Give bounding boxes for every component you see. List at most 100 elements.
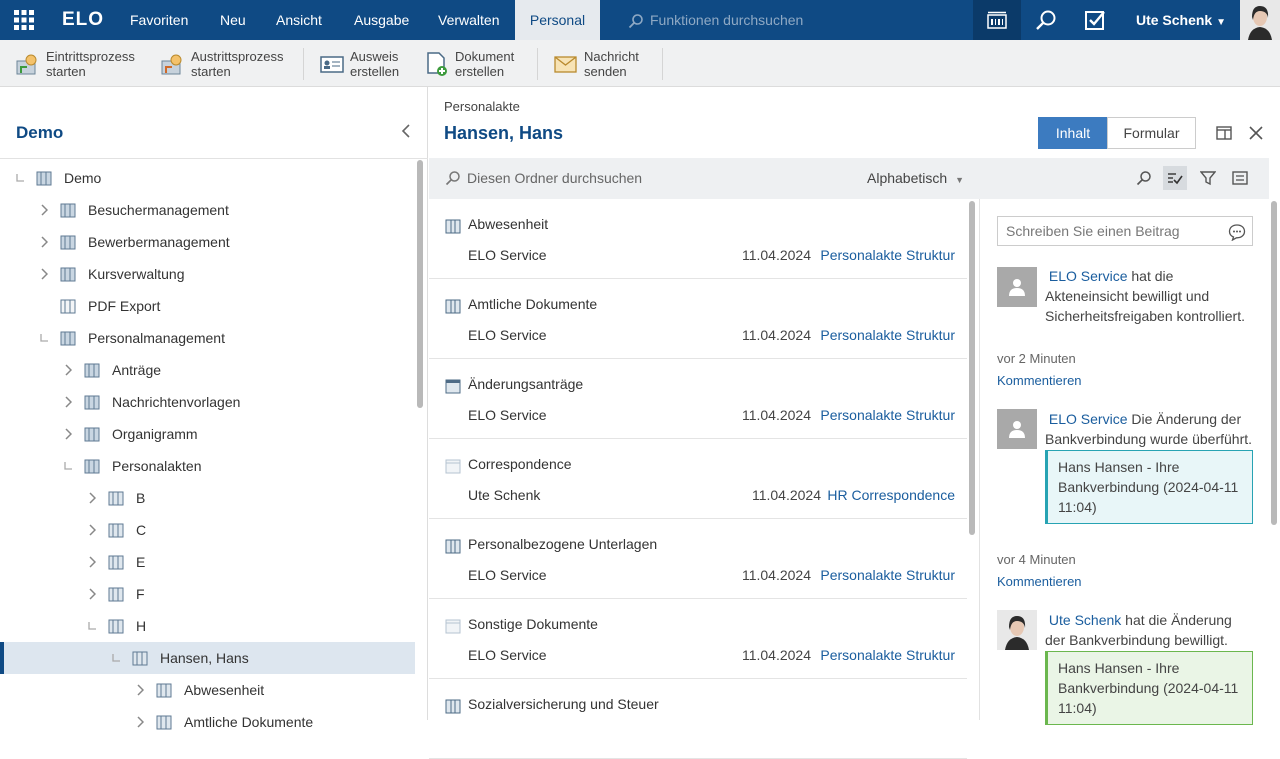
tree-item[interactable]: Demo <box>0 162 415 194</box>
chevron-right-icon[interactable] <box>36 202 52 218</box>
tree-scrollbar[interactable] <box>417 160 423 408</box>
feed-mark-read-button[interactable] <box>1163 166 1187 190</box>
list-scrollbar[interactable] <box>969 201 975 535</box>
collapse-panel-button[interactable] <box>400 123 412 142</box>
tree-item[interactable]: Hansen, Hans <box>0 642 415 674</box>
tree-item[interactable]: Anträge <box>0 354 415 386</box>
list-item[interactable]: Amtliche Dokumente ELO Service 11.04.2024 P… <box>429 279 967 359</box>
collapse-icon[interactable] <box>12 170 28 186</box>
top-bar: ELO Favoriten Neu Ansicht Ausgabe Verwal… <box>0 0 1280 40</box>
feed-author-link[interactable]: ELO Service <box>1049 411 1128 427</box>
entry-mask-link[interactable]: Personalakte Struktur <box>820 247 955 263</box>
tree-item[interactable]: PDF Export <box>0 290 415 322</box>
menu-personal[interactable]: Personal <box>515 0 600 40</box>
chevron-right-icon[interactable] <box>84 554 100 570</box>
tasks-button[interactable] <box>1071 0 1119 40</box>
create-document-button[interactable]: Dokument erstellen <box>424 46 514 82</box>
tree-item[interactable]: Besuchermanagement <box>0 194 415 226</box>
feed-author-link[interactable]: Ute Schenk <box>1049 612 1121 628</box>
chevron-right-icon[interactable] <box>132 682 148 698</box>
menu-ausgabe[interactable]: Ausgabe <box>354 0 409 40</box>
entry-mask-link[interactable]: Personalakte Struktur <box>820 567 955 583</box>
global-search-button[interactable] <box>1022 0 1070 40</box>
tree-item[interactable]: Kursverwaltung <box>0 258 415 290</box>
chevron-right-icon[interactable] <box>84 522 100 538</box>
tree-item[interactable]: Personalmanagement <box>0 322 415 354</box>
chevron-right-icon[interactable] <box>60 426 76 442</box>
collapse-icon[interactable] <box>36 330 52 346</box>
tab-formular[interactable]: Formular <box>1107 117 1196 149</box>
chevron-right-icon[interactable] <box>36 234 52 250</box>
collapse-icon[interactable] <box>108 650 124 666</box>
search-icon[interactable] <box>1136 170 1152 186</box>
comment-link[interactable]: Kommentieren <box>997 373 1082 388</box>
list-item[interactable]: Abwesenheit ELO Service 11.04.2024 Personal… <box>429 199 967 279</box>
send-message-button[interactable]: Nachricht senden <box>553 46 639 82</box>
chevron-right-icon[interactable] <box>84 586 100 602</box>
tree-item[interactable]: H <box>0 610 415 642</box>
entry-name: Abwesenheit <box>468 216 549 232</box>
linked-document-card[interactable]: Hans Hansen - Ihre Bankverbindung (2024-… <box>1045 450 1253 524</box>
tree-item[interactable]: E <box>0 546 415 578</box>
user-menu[interactable]: Ute Schenk ▼ <box>1122 0 1240 40</box>
folder-icon <box>60 331 76 346</box>
filter-icon[interactable] <box>1200 170 1216 186</box>
feed-post-text: ELO Service hat die Akteneinsicht bewill… <box>1045 266 1255 326</box>
entry-mask-link[interactable]: HR Correspondence <box>827 487 955 503</box>
list-item[interactable]: Correspondence Ute Schenk 11.04.2024 HR Cor… <box>429 439 967 519</box>
tree-item[interactable]: B <box>0 482 415 514</box>
tree-item[interactable]: Bewerbermanagement <box>0 226 415 258</box>
entry-mask-link[interactable]: Personalakte Struktur <box>820 647 955 663</box>
menu-verwalten[interactable]: Verwalten <box>438 0 499 40</box>
chevron-right-icon[interactable] <box>60 394 76 410</box>
tree-item[interactable]: Amtliche Dokumente <box>0 706 415 738</box>
folder-icon <box>84 459 100 474</box>
chevron-right-icon[interactable] <box>84 490 100 506</box>
tree-item[interactable]: Abwesenheit <box>0 674 415 706</box>
chevron-right-icon[interactable] <box>60 362 76 378</box>
entry-mask-link[interactable]: Personalakte Struktur <box>820 327 955 343</box>
register-folder-icon <box>445 379 461 394</box>
list-view-icon[interactable] <box>1232 170 1248 186</box>
entry-name: Änderungsanträge <box>468 376 584 392</box>
tree-item[interactable]: Organigramm <box>0 418 415 450</box>
tab-inhalt[interactable]: Inhalt <box>1038 117 1108 149</box>
sort-dropdown[interactable]: Alphabetisch ▼ <box>867 170 964 186</box>
chevron-left-icon <box>401 124 410 138</box>
menu-favoriten[interactable]: Favoriten <box>130 0 188 40</box>
post-placeholder: Schreiben Sie einen Beitrag <box>1006 223 1180 239</box>
tree-item-label: PDF Export <box>88 298 161 314</box>
tree-item[interactable]: C <box>0 514 415 546</box>
post-input[interactable]: Schreiben Sie einen Beitrag <box>997 216 1253 246</box>
linked-document-card[interactable]: Hans Hansen - Ihre Bankverbindung (2024-… <box>1045 651 1253 725</box>
feed-author-link[interactable]: ELO Service <box>1049 268 1128 284</box>
menu-ansicht[interactable]: Ansicht <box>276 0 322 40</box>
list-item[interactable]: Sonstige Dokumente ELO Service 11.04.2024 P… <box>429 599 967 679</box>
start-offboarding-button[interactable]: Austrittsprozess starten <box>160 46 283 82</box>
chevron-right-icon[interactable] <box>36 266 52 282</box>
user-avatar[interactable] <box>1240 0 1280 40</box>
entry-date: 11.04.2024 <box>741 567 811 583</box>
function-search[interactable]: Funktionen durchsuchen <box>628 0 803 40</box>
create-id-card-button[interactable]: Ausweis erstellen <box>319 46 399 82</box>
layout-icon[interactable] <box>1216 125 1232 141</box>
entry-mask-link[interactable]: Personalakte Struktur <box>820 407 955 423</box>
chevron-right-icon[interactable] <box>132 714 148 730</box>
list-item[interactable]: Sozialversicherung und Steuer <box>429 679 967 759</box>
list-item[interactable]: Änderungsanträge ELO Service 11.04.2024 Per… <box>429 359 967 439</box>
tree-item[interactable]: Personalakten <box>0 450 415 482</box>
scanner-button[interactable] <box>973 0 1021 40</box>
menu-neu[interactable]: Neu <box>220 0 246 40</box>
collapse-icon[interactable] <box>84 618 100 634</box>
folder-search-input[interactable]: Diesen Ordner durchsuchen <box>445 170 642 186</box>
tree-item[interactable]: Nachrichtenvorlagen <box>0 386 415 418</box>
folder-icon <box>84 427 100 442</box>
start-onboarding-button[interactable]: Eintrittsprozess starten <box>15 46 135 82</box>
feed-scrollbar[interactable] <box>1271 201 1277 525</box>
list-item[interactable]: Personalbezogene Unterlagen ELO Service 11… <box>429 519 967 599</box>
tree-item[interactable]: F <box>0 578 415 610</box>
close-icon[interactable] <box>1248 125 1264 141</box>
collapse-icon[interactable] <box>60 458 76 474</box>
comment-link[interactable]: Kommentieren <box>997 574 1082 589</box>
app-grid-icon[interactable] <box>0 0 48 40</box>
